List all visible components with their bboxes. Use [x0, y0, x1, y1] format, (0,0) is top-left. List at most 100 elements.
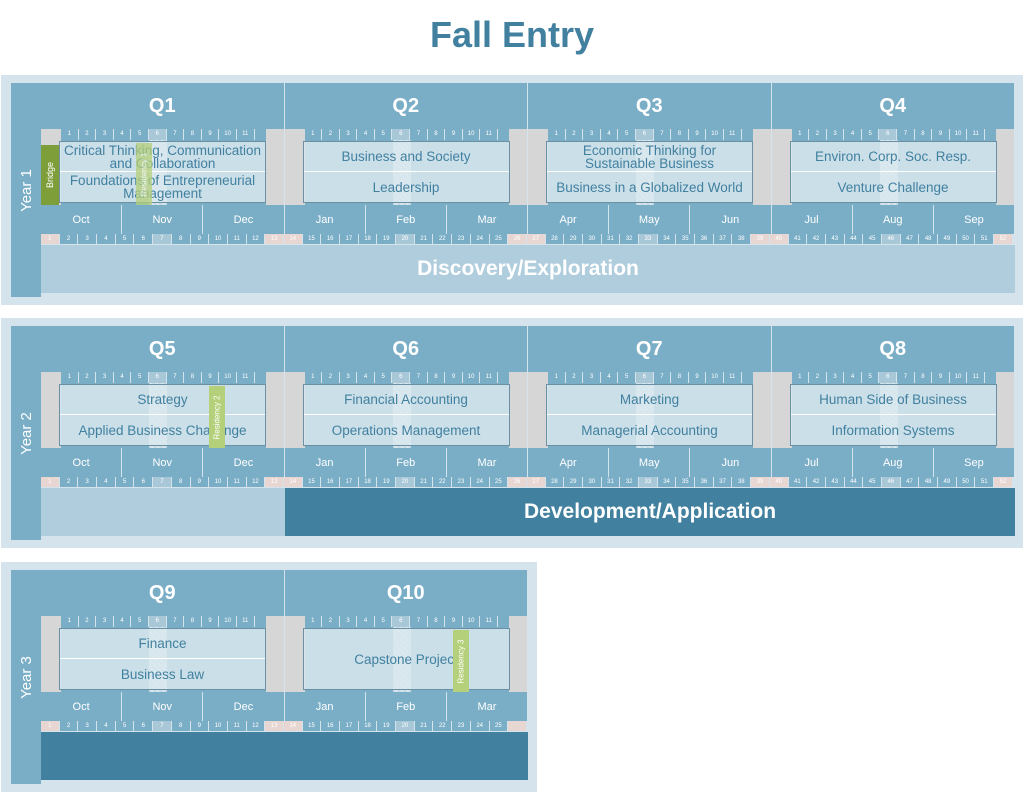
month-label: May [609, 448, 691, 477]
quarter-week-numbers: 1 2 3 4 5 6 7 8 9 10 11 [548, 129, 742, 140]
week-number: 12 [246, 234, 266, 244]
course-name: Business and Society [303, 142, 509, 172]
week-number: 4 [357, 616, 375, 627]
week-number: 9 [190, 721, 210, 731]
week-number: 1 [41, 477, 60, 487]
quarter-header: Q2 [284, 83, 528, 129]
week-number: 9 [688, 372, 707, 383]
course-name: Business in a Globalized World [556, 179, 743, 195]
week-number: 10 [219, 372, 237, 383]
residency-label: Residency 1 [139, 151, 149, 197]
week-number: 9 [190, 234, 210, 244]
break-left [41, 616, 61, 692]
week-number: 6 [879, 129, 898, 140]
quarter-q9: Q9 1 2 3 4 5 6 7 8 9 10 11 Finance Business Law Oct Nov… [41, 570, 285, 721]
week-number: 16 [321, 234, 340, 244]
year-panel: Year 3 Q9 1 2 3 4 5 6 7 8 9 10 11 Finance Business Law… [1, 562, 537, 792]
week-number: 3 [78, 477, 98, 487]
week-number: 8 [427, 616, 446, 627]
year-panel: Year 1 Q1 1 2 3 4 5 6 7 8 9 10 11 Critical Thinking, … [1, 75, 1023, 305]
week-number: 16 [321, 477, 340, 487]
week-number: 7 [153, 721, 172, 731]
week-number: 14 [283, 721, 303, 731]
week-number: 5 [861, 129, 880, 140]
week-number: 13 [265, 477, 284, 487]
week-number: 52 [994, 477, 1013, 487]
week-number: 22 [433, 721, 453, 731]
month-row: Apr May Jun [528, 448, 772, 477]
week-number: 15 [302, 477, 322, 487]
quarter-week-numbers: 1 2 3 4 5 6 7 8 9 10 11 [61, 372, 255, 383]
year-label: Year 1 [11, 83, 41, 297]
month-row: Jan Feb Mar [284, 448, 528, 477]
week-number: 5 [374, 129, 393, 140]
week-number: 24 [470, 234, 490, 244]
week-number: 36 [695, 477, 714, 487]
course-name: Venture Challenge [837, 179, 949, 195]
week-number: 21 [414, 234, 434, 244]
week-number: 16 [321, 721, 340, 731]
week-number: 17 [340, 721, 359, 731]
week-number: 19 [377, 721, 397, 731]
break-left [284, 129, 305, 205]
week-number: 43 [825, 477, 845, 487]
week-number: 1 [41, 234, 60, 244]
month-label: Dec [233, 213, 254, 226]
break-right [265, 372, 284, 448]
break-left [284, 616, 305, 692]
course-name: Environ. Corp. Soc. Resp. [790, 142, 996, 172]
week-number: 37 [713, 477, 733, 487]
week-number: 1 [791, 372, 810, 383]
residency-marker: Residency 3 [453, 630, 469, 692]
residency-label: Residency 2 [212, 394, 222, 440]
week-number: 3 [96, 372, 114, 383]
week-number: 11 [967, 372, 986, 383]
week-number: 23 [452, 721, 471, 731]
break-right [509, 129, 527, 205]
quarter-header: Q3 [528, 83, 772, 129]
course-box: Finance Business Law [59, 628, 266, 690]
break-right [752, 129, 771, 205]
week-number: 8 [427, 129, 446, 140]
week-number: 8 [914, 129, 933, 140]
week-number: 20 [396, 234, 415, 244]
phase-band-light [41, 488, 285, 536]
week-number: 3 [78, 721, 98, 731]
week-number: 4 [97, 721, 116, 731]
month-label: Mar [477, 213, 497, 226]
week-number: 7 [410, 616, 428, 627]
week-number: 9 [932, 372, 950, 383]
week-number: 11 [236, 616, 255, 627]
week-number: 25 [489, 477, 509, 487]
quarter-body: 1 2 3 4 5 6 7 8 9 10 11 Business and Society Leaders… [284, 129, 528, 205]
month-label: Dec [233, 456, 254, 469]
year-label-text: Year 3 [17, 655, 35, 699]
week-number: 9 [688, 129, 707, 140]
week-number: 6 [148, 129, 167, 140]
week-number: 13 [265, 234, 284, 244]
year-panel: Year 2 Q5 1 2 3 4 5 6 7 8 9 10 11 Strategy Applied Bus… [1, 318, 1023, 548]
month-label: Feb [366, 448, 447, 477]
week-number: 4 [97, 477, 116, 487]
week-number: 2 [322, 372, 340, 383]
break-right [265, 129, 284, 205]
course-name: Operations Management [331, 422, 481, 438]
week-number: 7 [653, 129, 672, 140]
week-number: 4 [97, 234, 116, 244]
week-number: 43 [825, 234, 845, 244]
week-number: 4 [844, 372, 862, 383]
month-label: Oct [41, 692, 123, 721]
quarter-q4: Q4 1 2 3 4 5 6 7 8 9 10 11 Environ. Corp. Soc. Resp.… [771, 83, 1015, 234]
week-number: 8 [914, 372, 933, 383]
week-number: 19 [377, 477, 397, 487]
week-number: 14 [283, 234, 303, 244]
week-number: 18 [358, 477, 378, 487]
week-number: 6 [392, 372, 411, 383]
week-number: 32 [620, 477, 639, 487]
week-number: 11 [236, 372, 255, 383]
week-number: 10 [462, 129, 481, 140]
quarter-header: Q8 [771, 326, 1015, 372]
week-number: 46 [881, 234, 901, 244]
week-number: 46 [881, 477, 901, 487]
week-number: 8 [184, 616, 202, 627]
